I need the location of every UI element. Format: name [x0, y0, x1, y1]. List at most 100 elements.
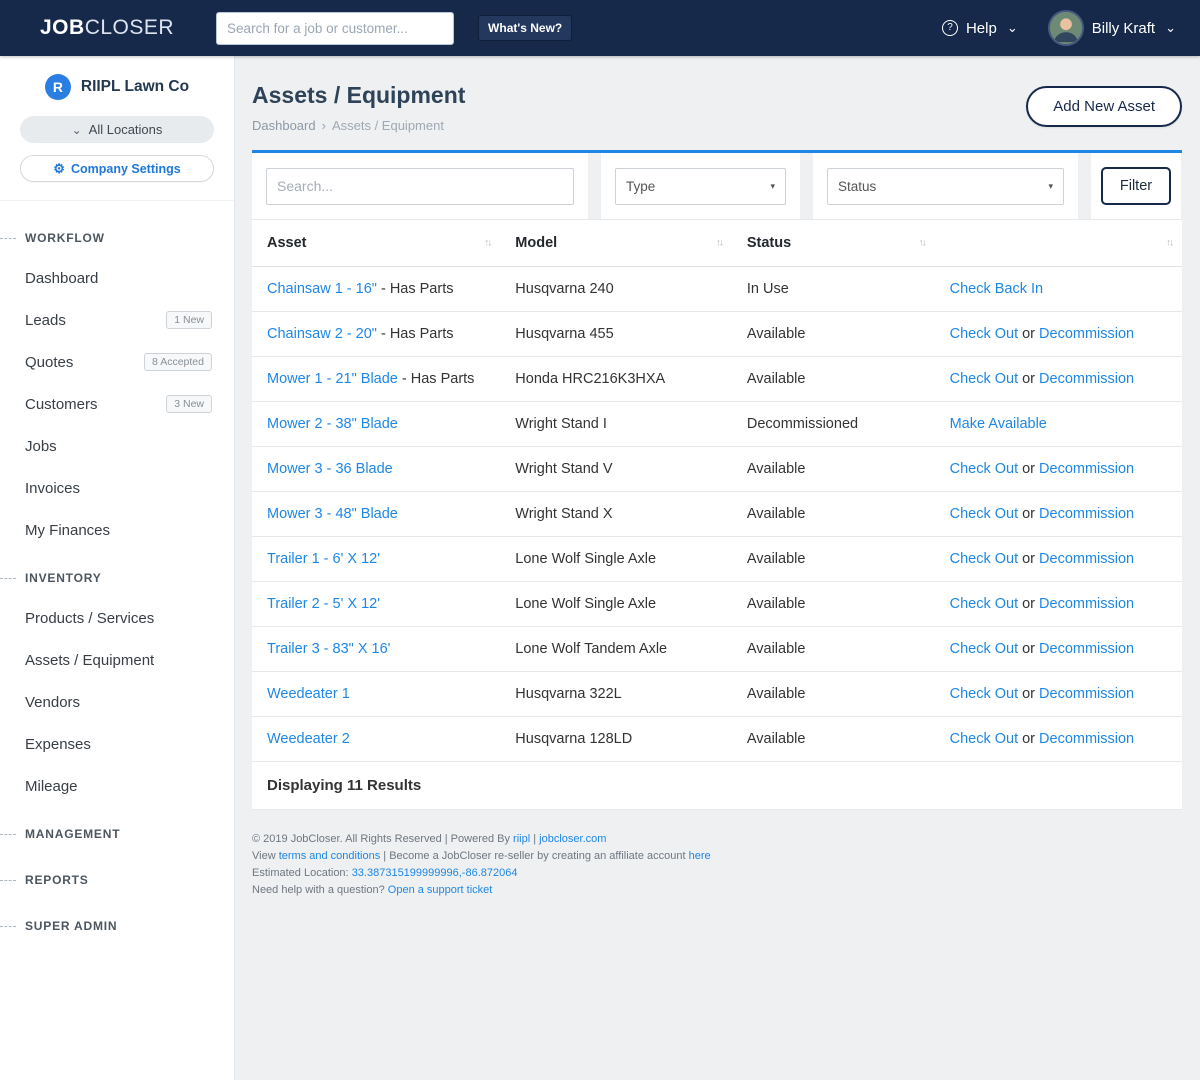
sidebar-item-quotes[interactable]: Quotes8 Accepted — [0, 341, 234, 383]
action-link-make-available[interactable]: Make Available — [950, 416, 1047, 432]
global-search-input[interactable] — [216, 12, 454, 45]
sidebar-item-products-services[interactable]: Products / Services — [0, 597, 234, 639]
sidebar-section-inventory[interactable]: INVENTORY — [0, 559, 234, 597]
action-separator: or — [1018, 371, 1039, 387]
sidebar-section-reports[interactable]: REPORTS — [0, 861, 234, 899]
location-link[interactable]: 33.387315199999996,-86.872064 — [352, 867, 518, 879]
breadcrumb-dashboard[interactable]: Dashboard — [252, 118, 316, 133]
model-cell: Wright Stand X — [500, 492, 732, 537]
column-header-actions[interactable]: ↑↓ — [935, 220, 1182, 267]
action-link-check-out[interactable]: Check Out — [950, 506, 1019, 522]
sidebar-item-mileage[interactable]: Mileage — [0, 765, 234, 807]
filter-button[interactable]: Filter — [1101, 167, 1171, 205]
action-link-decommission[interactable]: Decommission — [1039, 506, 1134, 522]
asset-link[interactable]: Trailer 2 - 5' X 12' — [267, 596, 380, 612]
action-link-decommission[interactable]: Decommission — [1039, 551, 1134, 567]
type-select[interactable]: Type ▾ — [615, 168, 786, 205]
asset-cell: Mower 1 - 21" Blade - Has Parts — [252, 357, 500, 402]
column-header-model[interactable]: Model↑↓ — [500, 220, 732, 267]
sidebar-item-expenses[interactable]: Expenses — [0, 723, 234, 765]
section-dash — [0, 834, 16, 835]
action-link-decommission[interactable]: Decommission — [1039, 686, 1134, 702]
help-label: Help — [966, 20, 997, 37]
results-row: Displaying 11 Results — [252, 762, 1182, 810]
action-link-decommission[interactable]: Decommission — [1039, 371, 1134, 387]
sort-icon[interactable]: ↑↓ — [716, 238, 722, 249]
asset-link[interactable]: Weedeater 2 — [267, 731, 350, 747]
sidebar-item-leads[interactable]: Leads1 New — [0, 299, 234, 341]
action-link-check-out[interactable]: Check Out — [950, 326, 1019, 342]
sidebar-item-jobs[interactable]: Jobs — [0, 425, 234, 467]
asset-link[interactable]: Chainsaw 2 - 20" — [267, 326, 377, 342]
help-menu[interactable]: ? Help ⌄ — [942, 20, 1018, 37]
table-row: Mower 3 - 48" BladeWright Stand XAvailab… — [252, 492, 1182, 537]
page-head: Assets / Equipment Dashboard›Assets / Eq… — [252, 82, 1182, 133]
actions-cell: Check Out or Decommission — [935, 312, 1182, 357]
action-link-decommission[interactable]: Decommission — [1039, 641, 1134, 657]
help-icon: ? — [942, 20, 958, 36]
column-header-asset[interactable]: Asset↑↓ — [252, 220, 500, 267]
action-link-decommission[interactable]: Decommission — [1039, 596, 1134, 612]
actions-cell: Check Out or Decommission — [935, 537, 1182, 582]
asset-link[interactable]: Mower 2 - 38" Blade — [267, 416, 398, 432]
terms-link[interactable]: terms and conditions — [279, 850, 381, 862]
locations-dropdown[interactable]: ⌄ All Locations — [20, 116, 214, 143]
column-header-status[interactable]: Status↑↓ — [732, 220, 935, 267]
action-link-check-out[interactable]: Check Out — [950, 731, 1019, 747]
asset-link[interactable]: Chainsaw 1 - 16" — [267, 281, 377, 297]
asset-link[interactable]: Mower 3 - 48" Blade — [267, 506, 398, 522]
sidebar-section-management[interactable]: MANAGEMENT — [0, 815, 234, 853]
sidebar-item-dashboard[interactable]: Dashboard — [0, 257, 234, 299]
action-link-check-out[interactable]: Check Out — [950, 641, 1019, 657]
sidebar-item-my-finances[interactable]: My Finances — [0, 509, 234, 551]
table-row: Mower 3 - 36 BladeWright Stand VAvailabl… — [252, 447, 1182, 492]
table-search-input[interactable] — [266, 168, 574, 205]
app-logo[interactable]: JOBCLOSER — [40, 16, 174, 40]
sidebar-section-workflow[interactable]: WORKFLOW — [0, 219, 234, 257]
table-row: Trailer 1 - 6' X 12'Lone Wolf Single Axl… — [252, 537, 1182, 582]
status-cell: Available — [732, 627, 935, 672]
action-link-decommission[interactable]: Decommission — [1039, 461, 1134, 477]
company-settings-button[interactable]: ⚙ Company Settings — [20, 155, 214, 182]
asset-link[interactable]: Mower 3 - 36 Blade — [267, 461, 393, 477]
page-title: Assets / Equipment — [252, 82, 465, 109]
asset-link[interactable]: Trailer 1 - 6' X 12' — [267, 551, 380, 567]
asset-cell: Trailer 1 - 6' X 12' — [252, 537, 500, 582]
assets-card: Type ▾ Status ▾ Filter Asset↑↓Model↑↓Sta… — [252, 150, 1182, 810]
sort-icon[interactable]: ↑↓ — [919, 238, 925, 249]
sidebar-item-assets-equipment[interactable]: Assets / Equipment — [0, 639, 234, 681]
asset-link[interactable]: Weedeater 1 — [267, 686, 350, 702]
sidebar-item-invoices[interactable]: Invoices — [0, 467, 234, 509]
sort-icon[interactable]: ↑↓ — [1166, 238, 1172, 249]
action-separator: or — [1018, 506, 1039, 522]
affiliate-link[interactable]: here — [689, 850, 711, 862]
user-menu[interactable]: Billy Kraft ⌄ — [1048, 10, 1176, 46]
action-separator: or — [1018, 326, 1039, 342]
action-link-check-back-in[interactable]: Check Back In — [950, 281, 1044, 297]
asset-link[interactable]: Trailer 3 - 83" X 16' — [267, 641, 390, 657]
sidebar-item-customers[interactable]: Customers3 New — [0, 383, 234, 425]
action-link-decommission[interactable]: Decommission — [1039, 326, 1134, 342]
company-menu[interactable]: R RIIPL Lawn Co — [20, 74, 214, 100]
add-new-asset-button[interactable]: Add New Asset — [1026, 86, 1182, 127]
action-link-check-out[interactable]: Check Out — [950, 596, 1019, 612]
sidebar-section-super-admin[interactable]: SUPER ADMIN — [0, 907, 234, 945]
sidebar-item-vendors[interactable]: Vendors — [0, 681, 234, 723]
model-cell: Wright Stand V — [500, 447, 732, 492]
status-cell: Available — [732, 312, 935, 357]
asset-cell: Trailer 3 - 83" X 16' — [252, 627, 500, 672]
action-link-decommission[interactable]: Decommission — [1039, 731, 1134, 747]
asset-link[interactable]: Mower 1 - 21" Blade — [267, 371, 398, 387]
status-select[interactable]: Status ▾ — [827, 168, 1064, 205]
table-row: Trailer 2 - 5' X 12'Lone Wolf Single Axl… — [252, 582, 1182, 627]
riipl-link[interactable]: riipl — [513, 833, 530, 845]
action-link-check-out[interactable]: Check Out — [950, 371, 1019, 387]
whats-new-button[interactable]: What's New? — [478, 15, 572, 41]
support-ticket-link[interactable]: Open a support ticket — [388, 884, 493, 896]
action-link-check-out[interactable]: Check Out — [950, 686, 1019, 702]
footer-line-terms: View terms and conditions | Become a Job… — [252, 848, 1182, 865]
sort-icon[interactable]: ↑↓ — [484, 238, 490, 249]
jobcloser-link[interactable]: jobcloser.com — [539, 833, 606, 845]
action-link-check-out[interactable]: Check Out — [950, 461, 1019, 477]
action-link-check-out[interactable]: Check Out — [950, 551, 1019, 567]
